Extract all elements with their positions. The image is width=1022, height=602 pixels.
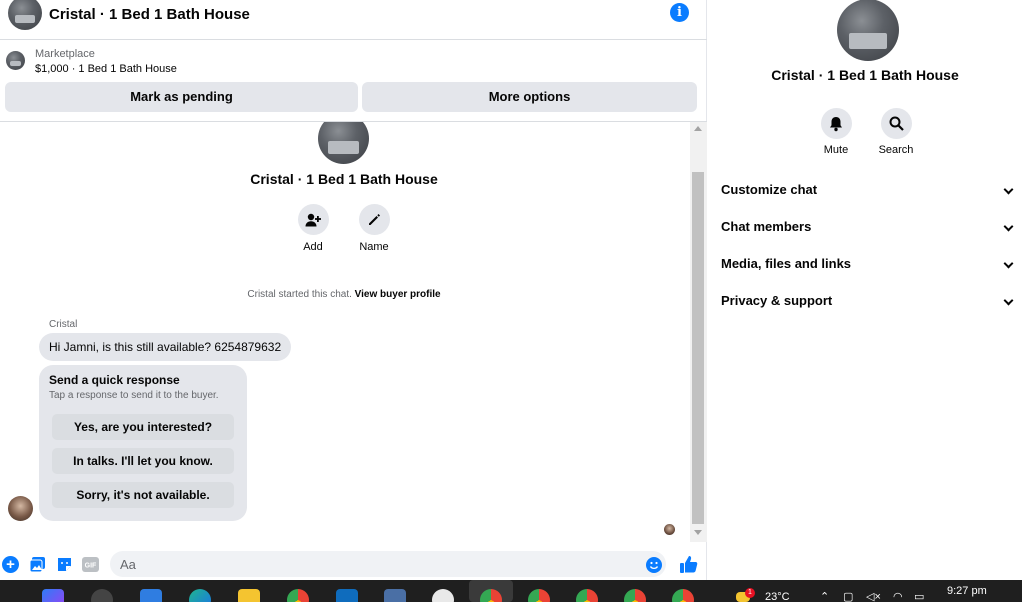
volume-muted-icon[interactable]: ◁× bbox=[866, 590, 881, 602]
message-bubble[interactable]: Hi Jamni, is this still available? 62548… bbox=[39, 333, 292, 361]
battery-icon[interactable]: ▭ bbox=[914, 590, 924, 602]
svg-text:GIF: GIF bbox=[85, 563, 97, 570]
search-label: Search bbox=[878, 144, 914, 156]
chevron-up-icon[interactable]: ⌃ bbox=[820, 590, 829, 602]
marketplace-label: Marketplace bbox=[35, 48, 95, 60]
quick-response-title: Send a quick response bbox=[49, 373, 180, 387]
message-input[interactable] bbox=[110, 551, 666, 577]
message-scrollbar[interactable] bbox=[690, 122, 707, 542]
keyboard-app-icon[interactable] bbox=[384, 589, 406, 602]
bell-icon bbox=[820, 108, 852, 139]
add-people-button[interactable]: Add bbox=[288, 204, 338, 253]
section-label: Media, files and links bbox=[721, 256, 852, 271]
add-person-icon bbox=[297, 204, 329, 235]
quick-response-card: Send a quick response Tap a response to … bbox=[39, 365, 247, 521]
info-icon[interactable]: i bbox=[670, 3, 689, 22]
chevron-down-icon bbox=[1003, 258, 1014, 269]
sender-avatar[interactable] bbox=[8, 496, 33, 521]
chat-title[interactable]: Cristal · 1 Bed 1 Bath House bbox=[49, 6, 250, 23]
file-explorer-icon[interactable] bbox=[238, 589, 260, 602]
sticker-icon[interactable] bbox=[56, 556, 73, 573]
search-button[interactable]: Search bbox=[871, 108, 921, 156]
chat-avatar[interactable] bbox=[8, 0, 42, 30]
thumbs-up-icon[interactable] bbox=[679, 555, 698, 574]
marketplace-listing[interactable]: Marketplace $1,000 · 1 Bed 1 Bath House bbox=[0, 41, 707, 79]
scroll-down-arrow-icon[interactable] bbox=[694, 530, 702, 535]
panel-avatar[interactable] bbox=[837, 0, 899, 61]
chrome-icon[interactable] bbox=[576, 589, 598, 602]
panel-conversation-name: Cristal · 1 Bed 1 Bath House bbox=[771, 67, 959, 83]
mute-label: Mute bbox=[823, 144, 849, 156]
scroll-up-arrow-icon[interactable] bbox=[694, 126, 702, 131]
network-icon[interactable]: ▢ bbox=[843, 590, 853, 602]
chat-started-notice: Cristal started this chat. View buyer pr… bbox=[0, 289, 688, 300]
quick-response-subtitle: Tap a response to send it to the buyer. bbox=[49, 390, 219, 401]
conversation-name: Cristal · 1 Bed 1 Bath House bbox=[250, 171, 438, 187]
messenger-window: Cristal · 1 Bed 1 Bath House i Marketpla… bbox=[0, 0, 1022, 602]
more-options-button[interactable]: More options bbox=[362, 82, 697, 112]
chevron-down-icon bbox=[1003, 295, 1014, 306]
quick-response-sorry-button[interactable]: Sorry, it's not available. bbox=[52, 482, 234, 508]
chevron-down-icon bbox=[1003, 221, 1014, 232]
customize-chat-section[interactable]: Customize chat bbox=[721, 182, 1015, 202]
scrollbar-thumb[interactable] bbox=[692, 172, 704, 524]
view-buyer-profile-link[interactable]: View buyer profile bbox=[355, 289, 441, 300]
section-label: Chat members bbox=[721, 219, 812, 234]
outlook-icon[interactable] bbox=[336, 589, 358, 602]
gif-icon[interactable]: GIF bbox=[82, 556, 99, 573]
media-files-links-section[interactable]: Media, files and links bbox=[721, 256, 1015, 276]
search-icon bbox=[880, 108, 912, 139]
chat-started-text: Cristal started this chat. bbox=[247, 289, 352, 300]
notification-badge: 1 bbox=[745, 588, 755, 598]
read-receipt-avatar bbox=[664, 524, 675, 535]
add-label: Add bbox=[303, 241, 323, 253]
photo-icon[interactable] bbox=[29, 556, 46, 573]
listing-thumbnail bbox=[6, 51, 25, 70]
privacy-support-section[interactable]: Privacy & support bbox=[721, 293, 1015, 313]
store-icon[interactable] bbox=[140, 589, 162, 602]
edge-browser-icon[interactable] bbox=[189, 589, 211, 602]
chevron-down-icon bbox=[1003, 184, 1014, 195]
chat-header: Cristal · 1 Bed 1 Bath House i bbox=[0, 0, 707, 40]
sender-name: Cristal bbox=[49, 319, 78, 330]
chrome-icon[interactable] bbox=[528, 589, 550, 602]
message-composer: + GIF bbox=[0, 548, 707, 580]
quick-response-yes-button[interactable]: Yes, are you interested? bbox=[52, 414, 234, 440]
copilot-icon[interactable] bbox=[42, 589, 64, 602]
chrome-icon[interactable] bbox=[672, 589, 694, 602]
chrome-icon[interactable] bbox=[624, 589, 646, 602]
clock-time[interactable]: 9:27 pm bbox=[947, 585, 987, 597]
message-list: Cristal · 1 Bed 1 Bath House Add Name Cr… bbox=[0, 122, 690, 542]
chat-members-section[interactable]: Chat members bbox=[721, 219, 1015, 239]
section-label: Privacy & support bbox=[721, 293, 833, 308]
listing-price-title: $1,000 · 1 Bed 1 Bath House bbox=[35, 63, 177, 75]
plus-icon[interactable]: + bbox=[2, 556, 19, 573]
listing-actions: Mark as pending More options bbox=[0, 80, 707, 122]
quick-response-in-talks-button[interactable]: In talks. I'll let you know. bbox=[52, 448, 234, 474]
name-label: Name bbox=[359, 241, 389, 253]
app-icon[interactable] bbox=[432, 589, 454, 602]
conversation-avatar bbox=[318, 122, 369, 164]
mute-button[interactable]: Mute bbox=[811, 108, 861, 156]
mark-as-pending-button[interactable]: Mark as pending bbox=[5, 82, 358, 112]
pencil-icon bbox=[358, 204, 390, 235]
edit-name-button[interactable]: Name bbox=[349, 204, 399, 253]
temperature-readout[interactable]: 23°C bbox=[765, 591, 790, 602]
wifi-icon[interactable]: ◠ bbox=[893, 590, 903, 602]
chat-info-panel: Cristal · 1 Bed 1 Bath House Mute Search… bbox=[708, 0, 1022, 580]
chat-column: Cristal · 1 Bed 1 Bath House i Marketpla… bbox=[0, 0, 707, 580]
os-taskbar: 1 23°C ⌃ ▢ ◁× ◠ ▭ 9:27 pm bbox=[0, 580, 1022, 602]
media-player-icon[interactable] bbox=[91, 589, 113, 602]
chrome-icon[interactable] bbox=[287, 589, 309, 602]
emoji-icon[interactable] bbox=[646, 557, 662, 573]
section-label: Customize chat bbox=[721, 182, 818, 197]
